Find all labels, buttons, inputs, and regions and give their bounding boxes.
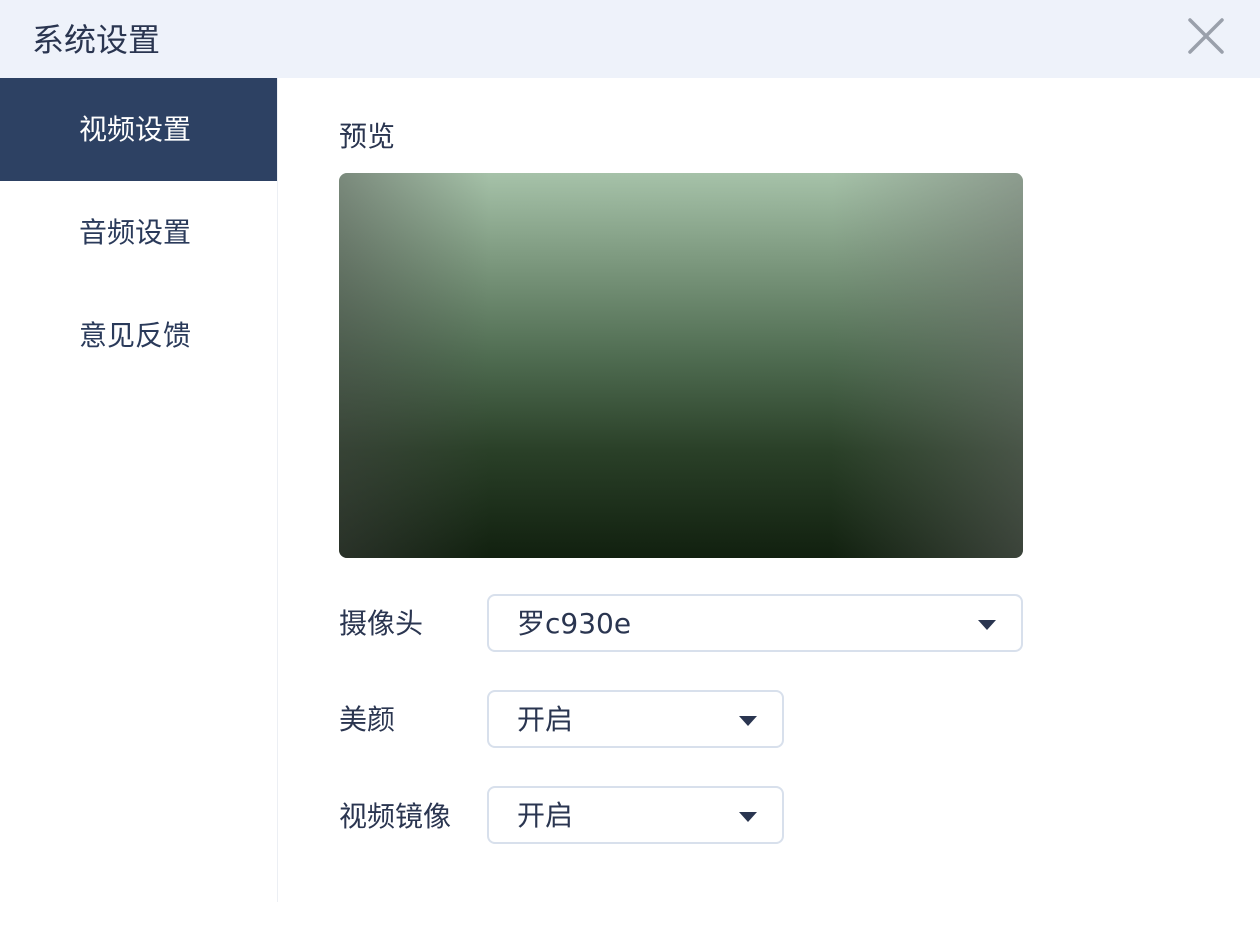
- sidebar-item-label: 音频设置: [79, 216, 192, 249]
- close-icon: [1188, 18, 1224, 54]
- beauty-select[interactable]: 开启: [487, 690, 784, 748]
- dialog-title: 系统设置: [32, 21, 161, 59]
- beauty-label: 美颜: [339, 703, 396, 736]
- sidebar-item-feedback[interactable]: 意见反馈: [0, 284, 277, 387]
- sidebar-item-label: 视频设置: [79, 113, 192, 146]
- sidebar-item-audio[interactable]: 音频设置: [0, 181, 277, 284]
- mirror-label: 视频镜像: [339, 800, 452, 833]
- preview-shading: [339, 173, 1023, 558]
- camera-select[interactable]: 罗c930e: [487, 594, 1023, 652]
- camera-select-value: 罗c930e: [517, 607, 632, 640]
- preview-label: 预览: [339, 120, 396, 153]
- sidebar-item-video[interactable]: 视频设置: [0, 78, 277, 181]
- close-button[interactable]: [1184, 14, 1228, 58]
- mirror-select[interactable]: 开启: [487, 786, 784, 844]
- chevron-down-icon: [739, 716, 757, 726]
- camera-label: 摄像头: [339, 607, 424, 640]
- settings-sidebar: 视频设置 音频设置 意见反馈: [0, 78, 278, 902]
- chevron-down-icon: [739, 812, 757, 822]
- mirror-select-value: 开启: [517, 799, 574, 832]
- title-bar: 系统设置: [0, 0, 1260, 78]
- camera-preview: [339, 173, 1023, 558]
- chevron-down-icon: [978, 620, 996, 630]
- sidebar-item-label: 意见反馈: [79, 319, 192, 352]
- settings-dialog: 系统设置 视频设置 音频设置 意见反馈 预览 摄像头 罗c930e 美颜 开启 …: [0, 0, 1260, 928]
- beauty-select-value: 开启: [517, 703, 574, 736]
